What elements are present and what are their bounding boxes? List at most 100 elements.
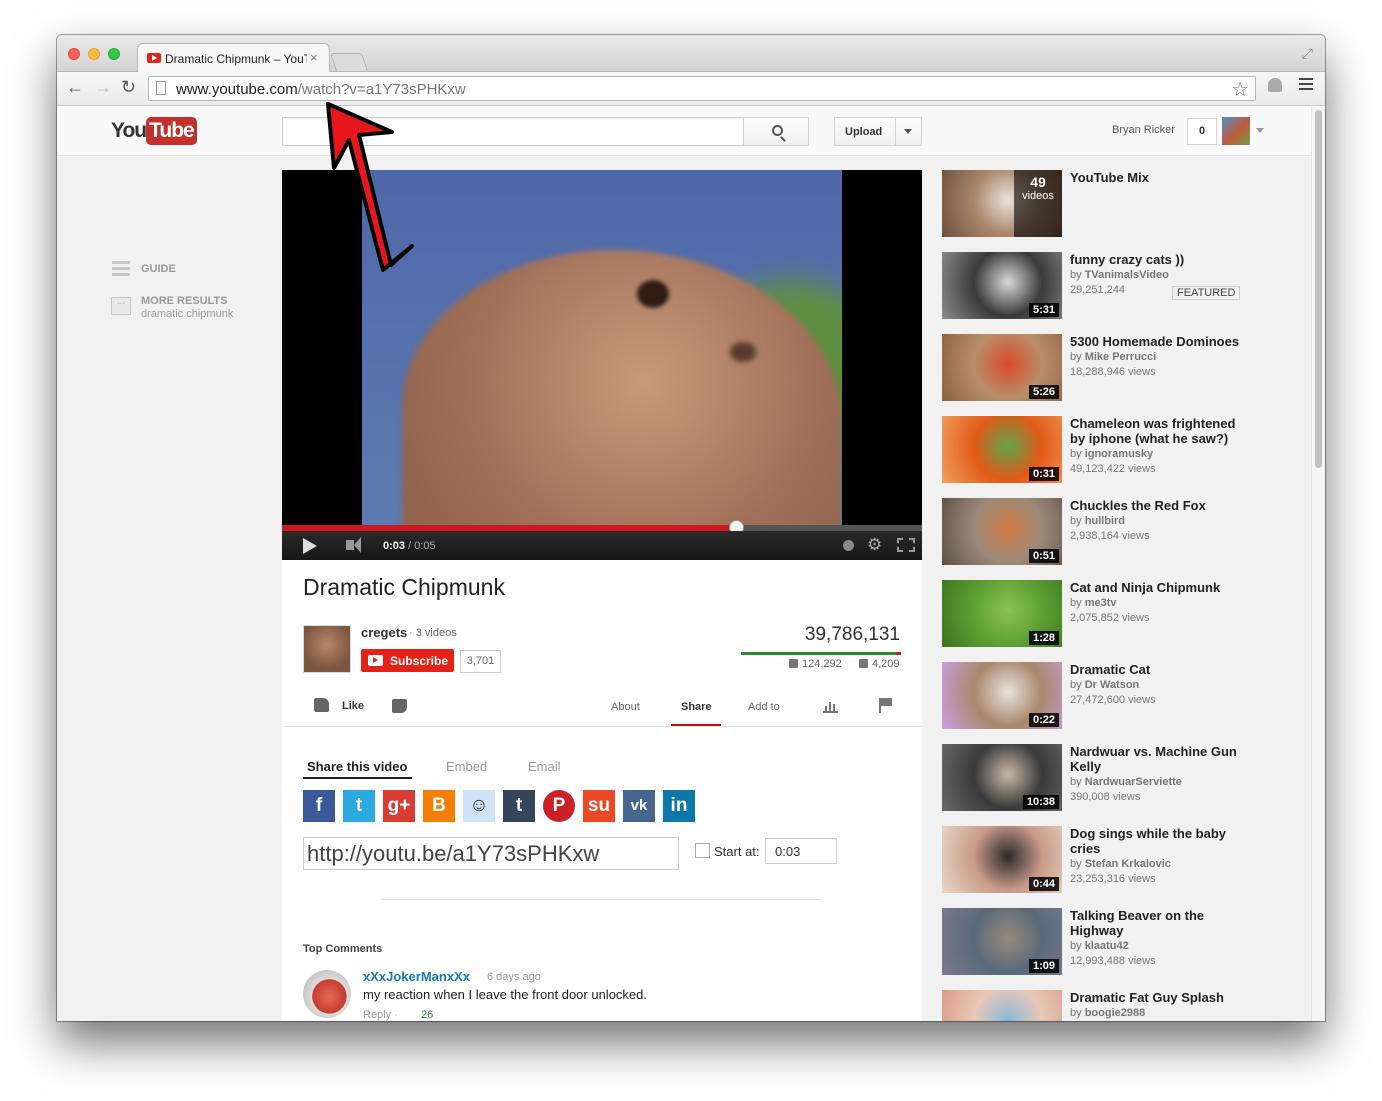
browser-tab[interactable]: Dramatic Chipmunk – YouTube × [137, 43, 330, 73]
thumbs-up-icon[interactable] [314, 698, 329, 712]
start-at-checkbox[interactable] [695, 843, 710, 858]
thumbs-down-icon[interactable] [392, 699, 407, 713]
comment-author[interactable]: xXxJokerManxXx [363, 969, 470, 984]
upload-dropdown-icon[interactable] [904, 129, 912, 134]
avatar[interactable] [1222, 117, 1250, 145]
related-video-item[interactable]: 0:44 Dog sings while the baby cries by Ste… [942, 826, 1262, 894]
tab-add-to[interactable]: Add to [748, 701, 780, 713]
fullscreen-icon[interactable]: ⤢ [1302, 45, 1313, 62]
comment-time[interactable]: 6 days ago [487, 971, 541, 983]
stats-icon[interactable] [823, 700, 838, 713]
related-video-thumbnail[interactable]: 10:38 [942, 744, 1062, 811]
play-icon[interactable] [303, 538, 317, 554]
channel-thumbnail[interactable] [303, 625, 351, 673]
more-results-icon[interactable]: ··· [111, 297, 131, 315]
back-arrow-icon[interactable]: ← [66, 77, 84, 98]
start-at-input[interactable] [765, 838, 837, 864]
related-video-title[interactable]: Dog sings while the baby cries [1070, 826, 1250, 856]
linkedin-share-icon[interactable]: in [663, 790, 695, 822]
comment-reply-button[interactable]: Reply · [363, 1009, 398, 1021]
account-dropdown-icon[interactable] [1256, 128, 1264, 133]
page-scrollbar[interactable] [1311, 107, 1325, 1021]
related-video-thumbnail[interactable]: 0:51 [942, 498, 1062, 565]
related-video-channel[interactable]: by NardwuarServiette [1070, 776, 1182, 788]
like-button[interactable]: Like [342, 700, 364, 712]
stumbleupon-share-icon[interactable]: su [583, 790, 615, 822]
new-tab-button[interactable] [330, 53, 368, 71]
video-frame[interactable] [362, 170, 842, 525]
channel-name[interactable]: cregets [361, 625, 407, 640]
related-video-channel[interactable]: by Dr Watson [1070, 679, 1139, 691]
tab-email[interactable]: Email [528, 759, 561, 774]
search-button[interactable] [743, 117, 809, 146]
googleplus-share-icon[interactable]: g+ [383, 790, 415, 822]
window-maximize-button[interactable] [108, 48, 120, 60]
related-video-channel[interactable]: by boogie2988 [1070, 1007, 1145, 1019]
reddit-share-icon[interactable]: ☺ [463, 790, 495, 822]
more-results-label[interactable]: MORE RESULTS [141, 295, 228, 307]
tab-share-this-video[interactable]: Share this video [307, 759, 407, 774]
related-video-title[interactable]: YouTube Mix [1070, 170, 1250, 185]
related-video-title[interactable]: Chuckles the Red Fox [1070, 498, 1250, 513]
scrollbar-thumb[interactable] [1315, 110, 1322, 468]
browser-menu-icon[interactable] [1299, 78, 1313, 92]
related-video-title[interactable]: Dramatic Cat [1070, 662, 1250, 677]
notification-count[interactable]: 0 [1187, 118, 1217, 145]
related-video-title[interactable]: Chameleon was frightened by iphone (what… [1070, 416, 1250, 446]
twitter-share-icon[interactable]: t [343, 790, 375, 822]
subscribe-button[interactable]: Subscribe [361, 649, 454, 672]
reload-icon[interactable]: ↻ [121, 77, 136, 98]
volume-icon[interactable] [346, 537, 361, 553]
related-video-channel[interactable]: by Stefan Krkalovic [1070, 858, 1171, 870]
related-video-title[interactable]: Dramatic Fat Guy Splash [1070, 990, 1250, 1005]
video-player[interactable]: 0:03 / 0:05 ⚙ [282, 170, 922, 560]
share-url-input[interactable] [303, 837, 679, 870]
related-video-thumbnail[interactable]: 49 videos [942, 170, 1062, 237]
tumblr-share-icon[interactable]: t [503, 790, 535, 822]
related-video-channel[interactable]: by me3tv [1070, 597, 1116, 609]
related-video-item[interactable]: 5:26 5300 Homemade Dominoes by Mike Perruc… [942, 334, 1262, 402]
related-video-channel[interactable]: by TVanimalsVideo [1070, 269, 1169, 281]
related-video-item[interactable]: 49 videos YouTube Mix [942, 170, 1262, 238]
related-video-thumbnail[interactable]: 5:31 [942, 252, 1062, 319]
related-video-item[interactable]: 0:22 Dramatic Cat by Dr Watson 27,472,600 v… [942, 662, 1262, 730]
related-video-channel[interactable]: by hullbird [1070, 515, 1125, 527]
channel-video-count[interactable]: · 3 videos [409, 627, 457, 639]
android-extension-icon[interactable] [1268, 78, 1282, 92]
upload-button[interactable]: Upload [834, 117, 922, 146]
related-video-item[interactable]: Dramatic Fat Guy Splash by boogie2988 [942, 990, 1262, 1021]
facebook-share-icon[interactable]: f [303, 790, 335, 822]
related-video-thumbnail[interactable]: 1:09 [942, 908, 1062, 975]
bookmark-star-icon[interactable]: ☆ [1231, 77, 1249, 102]
related-video-channel[interactable]: by ignoramusky [1070, 448, 1153, 460]
related-video-thumbnail[interactable]: 5:26 [942, 334, 1062, 401]
forward-arrow-icon[interactable]: → [94, 77, 112, 98]
tab-close-icon[interactable]: × [310, 50, 318, 65]
related-video-title[interactable]: Cat and Ninja Chipmunk [1070, 580, 1250, 595]
flag-icon[interactable] [879, 698, 893, 713]
address-bar[interactable]: www.youtube.com/watch?v=a1Y73sPHKxw ☆ [148, 76, 1256, 101]
tab-embed[interactable]: Embed [446, 759, 487, 774]
related-video-thumbnail[interactable]: 0:31 [942, 416, 1062, 483]
related-video-title[interactable]: Nardwuar vs. Machine Gun Kelly [1070, 744, 1250, 774]
related-video-item[interactable]: 1:28 Cat and Ninja Chipmunk by me3tv 2,075,… [942, 580, 1262, 648]
tab-share[interactable]: Share [681, 701, 712, 713]
watch-later-icon[interactable] [843, 540, 854, 551]
related-video-item[interactable]: 10:38 Nardwuar vs. Machine Gun Kelly by Na… [942, 744, 1262, 812]
related-video-item[interactable]: 1:09 Talking Beaver on the Highway by klaa… [942, 908, 1262, 976]
user-name[interactable]: Bryan Ricker [1112, 124, 1175, 136]
related-video-thumbnail[interactable]: 0:22 [942, 662, 1062, 729]
blogger-share-icon[interactable]: B [423, 790, 455, 822]
comment-avatar[interactable] [303, 970, 351, 1018]
related-video-thumbnail[interactable]: 0:44 [942, 826, 1062, 893]
window-minimize-button[interactable] [88, 48, 100, 60]
url-text[interactable]: www.youtube.com/watch?v=a1Y73sPHKxw [176, 81, 466, 98]
related-video-channel[interactable]: by klaatu42 [1070, 940, 1129, 952]
guide-menu-icon[interactable] [112, 261, 130, 277]
tab-about[interactable]: About [611, 701, 640, 713]
guide-label[interactable]: GUIDE [141, 263, 176, 275]
pinterest-share-icon[interactable]: P [543, 790, 575, 822]
related-video-channel[interactable]: by Mike Perrucci [1070, 351, 1156, 363]
related-video-item[interactable]: 5:31 funny crazy cats )) by TVanimalsVideo… [942, 252, 1262, 320]
related-video-title[interactable]: 5300 Homemade Dominoes [1070, 334, 1250, 349]
